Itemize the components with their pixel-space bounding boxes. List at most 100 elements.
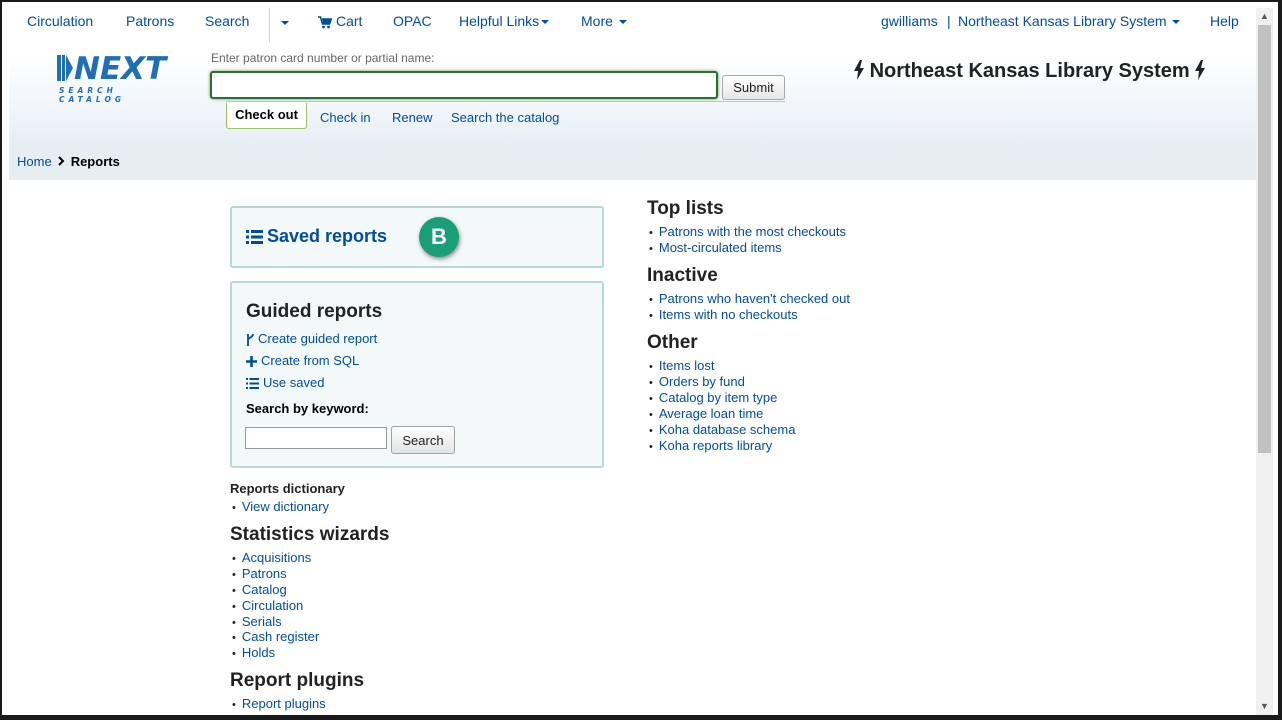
list-item: Koha database schema <box>647 422 796 438</box>
top-lists-list: Patrons with the most checkouts Most-cir… <box>647 224 846 256</box>
wizard-holds-link[interactable]: Holds <box>242 645 275 660</box>
create-from-sql-label: Create from SQL <box>261 353 360 368</box>
inactive-title: Inactive <box>647 265 718 286</box>
top-lists-title: Top lists <box>647 198 724 219</box>
nav-helpful-links[interactable]: Helpful Links <box>459 13 550 29</box>
list-item: Report plugins <box>230 696 326 712</box>
other-title: Other <box>647 332 698 353</box>
nav-separator: | <box>947 13 951 29</box>
logo-subtitle: SEARCH CATALOG <box>59 86 125 104</box>
lightning-icon <box>854 60 864 80</box>
nav-patrons[interactable]: Patrons <box>126 13 174 29</box>
wizard-cash-register-link[interactable]: Cash register <box>242 629 319 644</box>
average-loan-time-link[interactable]: Average loan time <box>659 406 764 421</box>
list-item: Serials <box>230 614 319 629</box>
use-saved-label: Use saved <box>263 375 325 390</box>
koha-reports-library-link[interactable]: Koha reports library <box>659 438 772 453</box>
breadcrumb: Home Reports <box>9 144 1256 180</box>
saved-reports-link[interactable]: Saved reports <box>246 226 387 247</box>
code-branch-icon <box>247 333 254 346</box>
callout-badge: B <box>419 217 459 257</box>
scroll-up-arrow-icon[interactable]: ▲ <box>1256 8 1273 25</box>
list-item: Catalog <box>230 582 319 598</box>
cart-icon <box>318 15 332 29</box>
tab-check-out[interactable]: Check out <box>226 103 307 129</box>
tab-renew[interactable]: Renew <box>392 110 432 125</box>
most-circulated-items-link[interactable]: Most-circulated items <box>659 240 782 255</box>
chevron-right-icon <box>57 156 65 166</box>
vertical-scrollbar[interactable]: ▲ ▼ <box>1256 8 1273 715</box>
statistics-wizards-list: Acquisitions Patrons Catalog Circulation… <box>230 550 319 661</box>
logo-book-icon <box>57 55 73 81</box>
list-icon <box>246 378 259 390</box>
chevron-down-icon <box>541 20 550 25</box>
wizard-circulation-link[interactable]: Circulation <box>242 598 303 613</box>
inactive-list: Patrons who haven't checked out Items wi… <box>647 291 850 323</box>
use-saved-link[interactable]: Use saved <box>246 375 324 390</box>
nav-more[interactable]: More <box>581 13 627 29</box>
nav-search[interactable]: Search <box>205 13 249 29</box>
create-from-sql-link[interactable]: Create from SQL <box>246 353 359 368</box>
guided-reports-title: Guided reports <box>246 301 383 322</box>
reports-dictionary-title: Reports dictionary <box>230 481 345 496</box>
other-list: Items lost Orders by fund Catalog by ite… <box>647 358 796 454</box>
list-item: Patrons with the most checkouts <box>647 224 846 240</box>
nav-library-select[interactable]: Northeast Kansas Library System <box>958 13 1181 29</box>
nav-cart[interactable]: Cart <box>318 13 362 29</box>
wizard-serials-link[interactable]: Serials <box>242 614 282 629</box>
tab-search-catalog[interactable]: Search the catalog <box>451 110 559 125</box>
view-dictionary-link[interactable]: View dictionary <box>242 499 329 514</box>
scrollbar-thumb[interactable] <box>1258 25 1271 453</box>
list-item: Patrons who haven't checked out <box>647 291 850 307</box>
submit-button[interactable]: Submit <box>722 75 785 100</box>
create-guided-report-label: Create guided report <box>258 331 378 346</box>
koha-database-schema-link[interactable]: Koha database schema <box>659 422 796 437</box>
list-item: Circulation <box>230 598 319 614</box>
breadcrumb-home[interactable]: Home <box>17 154 52 169</box>
search-dropdown-toggle[interactable] <box>279 14 289 30</box>
reports-dictionary-list: View dictionary <box>230 499 329 515</box>
logo-text: NEXT <box>74 51 167 87</box>
wizard-acquisitions-link[interactable]: Acquisitions <box>242 550 311 565</box>
top-patrons-checkouts-link[interactable]: Patrons with the most checkouts <box>659 224 846 239</box>
tab-check-in[interactable]: Check in <box>320 110 371 125</box>
list-item: Most-circulated items <box>647 240 846 256</box>
list-item: Cash register <box>230 629 319 645</box>
nav-help[interactable]: Help <box>1210 13 1239 29</box>
list-item: Items with no checkouts <box>647 307 850 323</box>
wizard-catalog-link[interactable]: Catalog <box>242 582 287 597</box>
nav-opac[interactable]: OPAC <box>393 13 432 29</box>
nav-user[interactable]: gwilliams <box>881 13 938 29</box>
library-banner-text: Northeast Kansas Library System <box>869 60 1190 82</box>
list-icon <box>246 230 263 245</box>
patron-search-input[interactable] <box>210 71 718 99</box>
report-plugins-list: Report plugins <box>230 696 326 712</box>
page-header: Circulation Patrons Search Cart OPAC Hel… <box>9 8 1256 144</box>
next-logo[interactable]: NEXT SEARCH CATALOG <box>56 51 189 104</box>
orders-by-fund-link[interactable]: Orders by fund <box>659 374 745 389</box>
report-plugins-title: Report plugins <box>230 670 365 691</box>
list-item: Average loan time <box>647 406 795 422</box>
create-guided-report-link[interactable]: Create guided report <box>246 331 377 346</box>
guided-reports-panel: Guided reports Create guided report Crea… <box>230 281 604 468</box>
keyword-search-input[interactable] <box>245 427 387 449</box>
scroll-down-arrow-icon[interactable]: ▼ <box>1256 698 1273 715</box>
list-item: Koha reports library <box>647 438 795 454</box>
inactive-patrons-link[interactable]: Patrons who haven't checked out <box>659 291 850 306</box>
wizard-patrons-link[interactable]: Patrons <box>242 566 287 581</box>
items-lost-link[interactable]: Items lost <box>659 358 715 373</box>
nav-circulation[interactable]: Circulation <box>27 13 93 29</box>
list-item: Holds <box>230 645 319 661</box>
items-no-checkouts-link[interactable]: Items with no checkouts <box>659 307 798 322</box>
nav-helpful-links-label: Helpful Links <box>459 13 540 29</box>
list-item: Catalog by item type <box>647 390 795 406</box>
plus-icon <box>246 356 257 368</box>
nav-cart-label: Cart <box>336 13 363 29</box>
keyword-search-button[interactable]: Search <box>391 426 455 454</box>
statistics-wizards-title: Statistics wizards <box>230 524 390 545</box>
lightning-icon <box>1195 60 1206 80</box>
catalog-by-item-type-link[interactable]: Catalog by item type <box>659 390 778 405</box>
chevron-down-icon <box>618 20 627 25</box>
library-banner: Northeast Kansas Library System <box>854 60 1206 83</box>
report-plugins-link[interactable]: Report plugins <box>242 696 326 711</box>
